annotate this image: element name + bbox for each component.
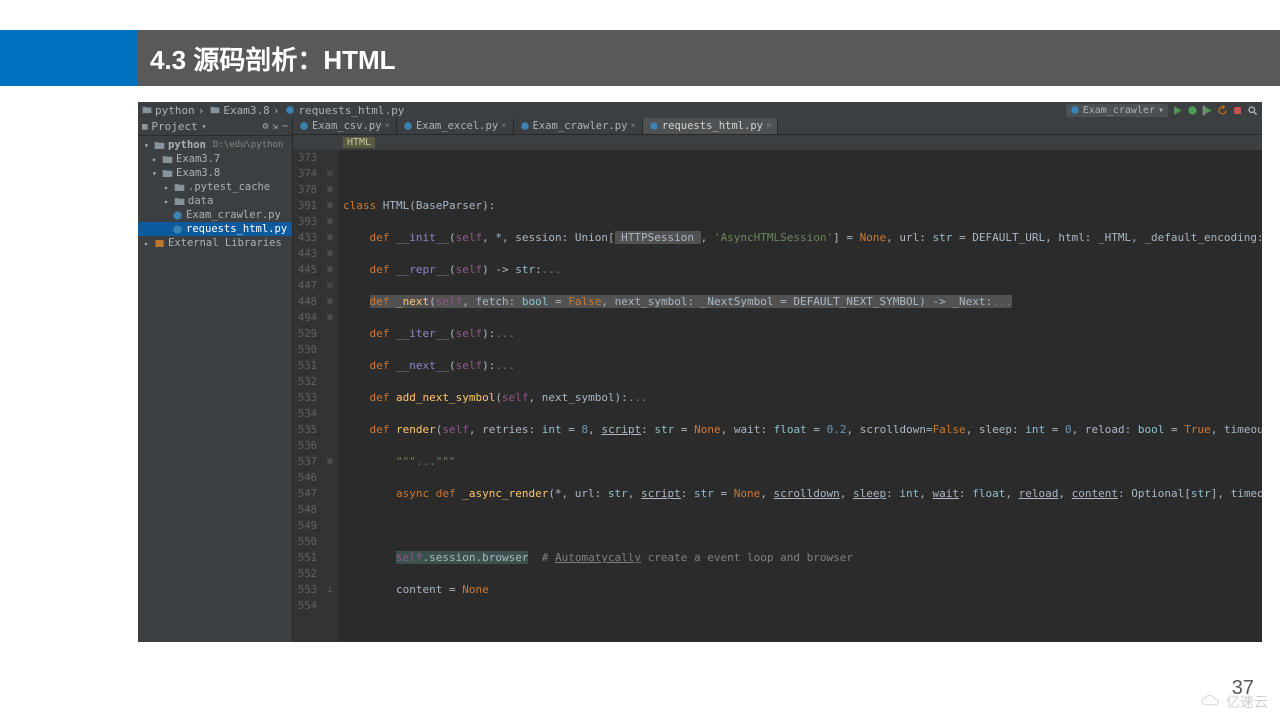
folder-icon xyxy=(210,105,220,115)
run-icon[interactable] xyxy=(1172,105,1183,116)
gear-icon[interactable]: ⚙ xyxy=(263,121,269,132)
ide-toolbar: python › Exam3.8 › requests_html.py Exam… xyxy=(138,102,1262,118)
python-file-icon xyxy=(299,121,309,131)
code-content[interactable]: class HTML(BaseParser): def __init__(sel… xyxy=(339,150,1262,642)
watermark-cloud-icon xyxy=(1200,695,1222,709)
tree-file-selected[interactable]: requests_html.py xyxy=(138,222,292,236)
editor-breadcrumb: HTML xyxy=(293,135,1262,150)
close-icon[interactable]: × xyxy=(501,121,506,131)
refresh-icon[interactable] xyxy=(1217,105,1228,116)
close-icon[interactable]: × xyxy=(630,121,635,131)
project-panel: ▦ Project ▾ ⚙ ⇲ − ▾pythonD:\edu\python ▸… xyxy=(138,118,293,642)
python-file-icon xyxy=(649,121,659,131)
hide-icon[interactable]: − xyxy=(282,121,288,132)
close-icon[interactable]: × xyxy=(385,121,390,131)
collapse-icon[interactable]: ⇲ xyxy=(273,122,278,132)
python-file-icon xyxy=(1070,105,1080,115)
watermark: 亿速云 xyxy=(1200,692,1268,712)
tab-requests-html[interactable]: requests_html.py× xyxy=(643,118,779,134)
line-gutter: 3733743783913934334434454474484945295305… xyxy=(293,150,321,642)
slide-title: 4.3 源码剖析：HTML xyxy=(150,40,396,77)
run-config-selector[interactable]: Exam_crawler ▾ xyxy=(1066,104,1168,117)
project-panel-header[interactable]: ▦ Project ▾ ⚙ ⇲ − xyxy=(138,118,292,136)
ide-window: python › Exam3.8 › requests_html.py Exam… xyxy=(138,102,1262,642)
crumb-file[interactable]: requests_html.py xyxy=(285,104,404,117)
code-editor[interactable]: 3733743783913934334434454474484945295305… xyxy=(293,150,1262,642)
editor-area: Exam_csv.py× Exam_excel.py× Exam_crawler… xyxy=(293,118,1262,642)
tree-root[interactable]: ▾pythonD:\edu\python xyxy=(138,138,292,152)
tab-exam-csv[interactable]: Exam_csv.py× xyxy=(293,118,397,134)
tree-folder[interactable]: ▾Exam3.8 xyxy=(138,166,292,180)
tab-exam-crawler[interactable]: Exam_crawler.py× xyxy=(514,118,643,134)
folder-icon xyxy=(142,105,152,115)
crumb-root[interactable]: python › xyxy=(142,104,204,117)
editor-tabs: Exam_csv.py× Exam_excel.py× Exam_crawler… xyxy=(293,118,1262,135)
project-tree[interactable]: ▾pythonD:\edu\python ▸Exam3.7 ▾Exam3.8 ▸… xyxy=(138,136,292,642)
python-file-icon xyxy=(285,105,295,115)
crumb-folder[interactable]: Exam3.8 › xyxy=(210,104,279,117)
tree-folder[interactable]: ▸Exam3.7 xyxy=(138,152,292,166)
tree-folder[interactable]: ▸.pytest_cache xyxy=(138,180,292,194)
breadcrumbs: python › Exam3.8 › requests_html.py xyxy=(142,104,404,117)
fold-gutter[interactable]: ⊟⊞⊞⊞⊞⊞⊞⊟⊞⊞⊞⊥ xyxy=(321,150,339,642)
debug-icon[interactable] xyxy=(1187,105,1198,116)
tree-file[interactable]: Exam_crawler.py xyxy=(138,208,292,222)
coverage-icon[interactable] xyxy=(1202,105,1213,116)
search-icon[interactable] xyxy=(1247,105,1258,116)
stop-icon[interactable] xyxy=(1232,105,1243,116)
slide-title-bar: 4.3 源码剖析：HTML xyxy=(138,30,1280,86)
tab-exam-excel[interactable]: Exam_excel.py× xyxy=(397,118,514,134)
slide-accent-block xyxy=(0,30,138,86)
breadcrumb-class[interactable]: HTML xyxy=(343,137,375,148)
tree-folder[interactable]: ▸data xyxy=(138,194,292,208)
python-file-icon xyxy=(403,121,413,131)
close-icon[interactable]: × xyxy=(766,121,771,131)
tree-external-libs[interactable]: ▸External Libraries xyxy=(138,236,292,250)
python-file-icon xyxy=(520,121,530,131)
